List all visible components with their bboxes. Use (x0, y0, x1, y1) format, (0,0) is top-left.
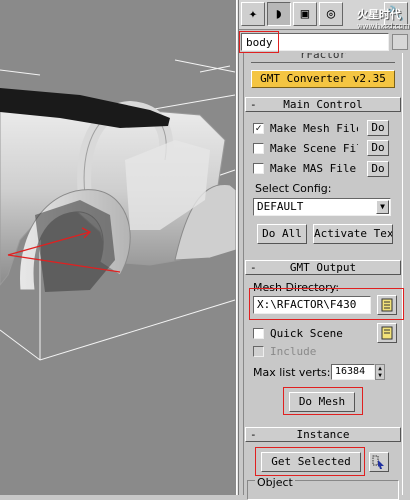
create-icon: ✦ (248, 6, 258, 22)
make-mas-file-row[interactable]: Make MAS File (253, 160, 358, 176)
file-icon (381, 326, 393, 340)
config-dropdown-value: DEFAULT (257, 200, 304, 213)
browse-folder-button[interactable] (377, 295, 397, 315)
make-mesh-file-checkbox[interactable]: ✓ (253, 122, 264, 134)
select-config-label: Select Config: (255, 182, 332, 195)
hierarchy-tab-icon[interactable]: ▣ (293, 2, 317, 26)
command-panel: ✦ ◗ ▣ ◎ 🔧 火星时代 www.hxsd.com body rFactor… (239, 0, 410, 500)
collapse-icon: - (250, 98, 257, 111)
quick-scene-label: Quick Scene (270, 326, 343, 340)
modify-icon: ◗ (274, 6, 284, 22)
hierarchy-icon: ▣ (300, 6, 310, 22)
select-cursor-icon (372, 455, 384, 469)
motion-icon: ◎ (326, 6, 336, 22)
do-mesh-button[interactable]: Do Mesh (289, 392, 355, 412)
instance-rollout-head[interactable]: - Instance (245, 427, 401, 442)
watermark-url: www.hxsd.com (357, 22, 410, 30)
mesh-directory-label: Mesh Directory: (253, 281, 340, 294)
instance-title: Instance (296, 428, 350, 441)
command-panel-tabs: ✦ ◗ ▣ ◎ 🔧 火星时代 www.hxsd.com (239, 0, 410, 30)
do-mas-file-button[interactable]: Do (367, 161, 389, 177)
max-list-verts-label: Max list verts: (253, 366, 331, 379)
mesh-directory-input[interactable]: X:\RFACTOR\F430 (253, 296, 371, 314)
do-all-button[interactable]: Do All (257, 224, 307, 244)
make-mesh-file-label: Make Mesh File (270, 121, 358, 135)
modify-tab-icon[interactable]: ◗ (267, 2, 291, 26)
collapse-icon: - (250, 261, 257, 274)
main-control-rollout-head[interactable]: - Main Control (245, 97, 401, 112)
gmt-output-title: GMT Output (289, 261, 357, 274)
car-model-render (0, 59, 236, 361)
quick-scene-row[interactable]: Quick Scene (253, 325, 343, 341)
pick-object-button[interactable] (369, 452, 389, 472)
collapse-icon: - (250, 428, 257, 441)
make-scene-file-label: Make Scene File (270, 141, 358, 155)
motion-tab-icon[interactable]: ◎ (319, 2, 343, 26)
include-label: Include (270, 344, 317, 358)
activate-tex-button[interactable]: Activate Tex (313, 224, 393, 244)
include-checkbox[interactable] (253, 345, 264, 357)
object-group-label: Object (255, 476, 295, 489)
create-tab-icon[interactable]: ✦ (241, 2, 265, 26)
do-scene-file-button[interactable]: Do (367, 140, 389, 156)
main-control-title: Main Control (283, 98, 363, 111)
gmt-output-rollout-head[interactable]: - GMT Output (245, 260, 401, 275)
max-list-verts-spinner[interactable]: ▲ ▼ (375, 364, 385, 380)
max-list-verts-input[interactable]: 16384 (331, 364, 375, 380)
make-scene-file-row[interactable]: Make Scene File (253, 140, 358, 156)
watermark-text: 火星时代 (357, 8, 401, 21)
make-scene-file-checkbox[interactable] (253, 142, 264, 154)
quick-scene-file-button[interactable] (377, 323, 397, 343)
gmt-converter-button[interactable]: GMT Converter v2.35 (251, 70, 395, 88)
quick-scene-checkbox[interactable] (253, 327, 264, 339)
site-watermark: 火星时代 www.hxsd.com (357, 6, 410, 30)
make-mas-file-label: Make MAS File (270, 161, 357, 175)
make-mas-file-checkbox[interactable] (253, 162, 264, 174)
get-selected-button[interactable]: Get Selected (261, 452, 361, 472)
make-mesh-file-row[interactable]: ✓ Make Mesh File (253, 120, 358, 136)
config-dropdown[interactable]: DEFAULT ▼ (253, 198, 391, 216)
folder-icon (381, 298, 393, 312)
do-mesh-file-button[interactable]: Do (367, 120, 389, 136)
include-row[interactable]: Include (253, 343, 316, 359)
perspective-viewport[interactable] (0, 0, 236, 495)
object-color-swatch[interactable] (392, 34, 408, 50)
rfactor-rollout-head[interactable]: rFactor (251, 53, 395, 63)
chevron-down-icon[interactable]: ▼ (376, 200, 389, 214)
object-name-field[interactable]: body (241, 33, 389, 51)
